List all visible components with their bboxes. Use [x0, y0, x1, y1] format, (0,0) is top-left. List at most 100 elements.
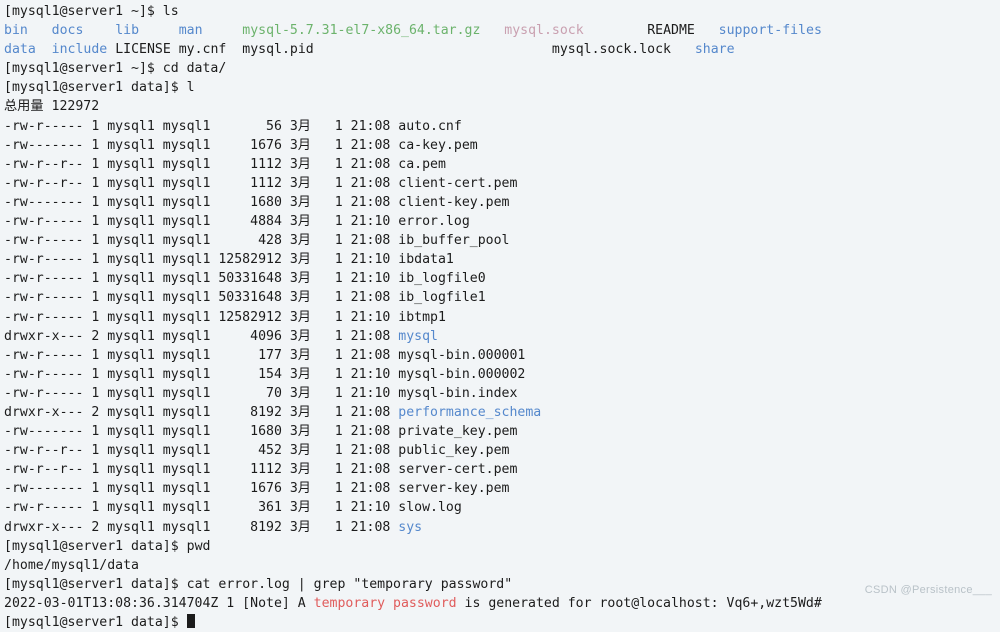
listing-row: -rw-r----- 1 mysql1 mysql1 177 3月 1 21:0… [4, 346, 1000, 365]
listing-row-name: mysql-bin.000002 [398, 366, 526, 382]
pwd-output: /home/mysql1/data [4, 557, 139, 573]
grep-result-prefix: 2022-03-01T13:08:36.314704Z 1 [Note] A [4, 595, 314, 611]
ls-output-row-1: bin docs lib man mysql-5.7.31-el7-x86_64… [4, 21, 1000, 40]
listing-row-meta: drwxr-x--- 2 mysql1 mysql1 4096 3月 1 21:… [4, 328, 399, 344]
terminal-line-prompt-l: [mysql1@server1 data]$ l [4, 78, 1000, 97]
listing-row-name: private_key.pem [398, 424, 518, 440]
listing-row-name: client-cert.pem [398, 175, 518, 191]
listing-row: -rw------- 1 mysql1 mysql1 1676 3月 1 21:… [4, 136, 1000, 155]
listing-row-meta: drwxr-x--- 2 mysql1 mysql1 8192 3月 1 21:… [4, 404, 399, 420]
listing-row: -rw------- 1 mysql1 mysql1 1680 3月 1 21:… [4, 193, 1000, 212]
prompt: [mysql1@server1 ~]$ [4, 61, 163, 77]
ls-entry-my.cnf: my.cnf [178, 42, 227, 58]
listing-row-meta: -rw-r----- 1 mysql1 mysql1 70 3月 1 21:10 [4, 385, 399, 401]
listing-row-meta: -rw-r----- 1 mysql1 mysql1 361 3月 1 21:1… [4, 500, 399, 516]
ls-entry-docs: docs [51, 23, 84, 39]
listing-row-name: slow.log [398, 500, 462, 516]
listing-row-meta: -rw-r----- 1 mysql1 mysql1 56 3月 1 21:08 [4, 118, 399, 134]
listing-row: -rw-r--r-- 1 mysql1 mysql1 1112 3月 1 21:… [4, 155, 1000, 174]
ls-entry-bin: bin [4, 23, 28, 39]
listing-row-meta: -rw------- 1 mysql1 mysql1 1676 3月 1 21:… [4, 137, 399, 153]
listing-row-meta: -rw-r----- 1 mysql1 mysql1 428 3月 1 21:0… [4, 233, 399, 249]
listing-row: -rw-r--r-- 1 mysql1 mysql1 452 3月 1 21:0… [4, 441, 1000, 460]
watermark: CSDN @Persistence___ [864, 584, 992, 596]
prompt: [mysql1@server1 data]$ [4, 538, 187, 554]
listing-row: -rw-r----- 1 mysql1 mysql1 428 3月 1 21:0… [4, 231, 1000, 250]
ls-entry-data: data [4, 42, 36, 58]
listing-row-name: ibdata1 [398, 252, 454, 268]
terminal-line-prompt-cat-grep: [mysql1@server1 data]$ cat error.log | g… [4, 575, 1000, 594]
grep-result-line: 2022-03-01T13:08:36.314704Z 1 [Note] A t… [4, 594, 1000, 613]
listing-row-name: ca.pem [398, 156, 446, 172]
listing-row-meta: -rw------- 1 mysql1 mysql1 1680 3月 1 21:… [4, 424, 399, 440]
ls-entry-mysql.pid: mysql.pid [242, 42, 314, 58]
prompt: [mysql1@server1 data]$ [4, 615, 187, 630]
listing-row-name: ib_buffer_pool [398, 233, 510, 249]
prompt: [mysql1@server1 data]$ [4, 576, 187, 592]
grep-result-suffix: is generated for root@localhost: Vq6+,wz… [456, 595, 822, 611]
listing-row: -rw-r--r-- 1 mysql1 mysql1 1112 3月 1 21:… [4, 174, 1000, 193]
listing-row-meta: -rw-r----- 1 mysql1 mysql1 12582912 3月 1… [4, 252, 399, 268]
listing-row: drwxr-x--- 2 mysql1 mysql1 8192 3月 1 21:… [4, 403, 1000, 422]
listing-row-meta: -rw-r----- 1 mysql1 mysql1 177 3月 1 21:0… [4, 347, 399, 363]
ls-entry-mysql.sock.lock: mysql.sock.lock [551, 42, 671, 58]
terminal-window[interactable]: [mysql1@server1 ~]$ ls bin docs lib man … [0, 0, 1000, 630]
listing-row-name: mysql [398, 328, 438, 344]
listing-row: -rw-r----- 1 mysql1 mysql1 4884 3月 1 21:… [4, 212, 1000, 231]
total-label: 总用量 [4, 99, 52, 115]
listing-row-meta: -rw-r----- 1 mysql1 mysql1 12582912 3月 1… [4, 309, 399, 325]
listing-row-name: mysql-bin.index [398, 385, 518, 401]
ls-output-row-2: data include LICENSE my.cnf mysql.pid my… [4, 40, 1000, 59]
ls-entry-README: README [647, 23, 695, 39]
listing-row: -rw-r----- 1 mysql1 mysql1 361 3月 1 21:1… [4, 498, 1000, 517]
terminal-line-prompt-ls: [mysql1@server1 ~]$ ls [4, 2, 1000, 21]
listing-row-name: sys [398, 519, 423, 535]
command-pwd: pwd [186, 538, 211, 554]
listing-row-name: ibtmp1 [398, 309, 446, 325]
terminal-line-prompt-pwd: [mysql1@server1 data]$ pwd [4, 537, 1000, 556]
listing-row-meta: -rw-r--r-- 1 mysql1 mysql1 452 3月 1 21:0… [4, 443, 399, 459]
ls-entry-share: share [694, 42, 735, 58]
listing-row: -rw------- 1 mysql1 mysql1 1680 3月 1 21:… [4, 422, 1000, 441]
ls-entry-include: include [51, 42, 108, 58]
listing-row-meta: -rw-r--r-- 1 mysql1 mysql1 1112 3月 1 21:… [4, 156, 399, 172]
ls-entry-mysql-5.7.31-el7-x86_64.tar.gz: mysql-5.7.31-el7-x86_64.tar.gz [242, 23, 481, 39]
listing-row-name: mysql-bin.000001 [398, 347, 526, 363]
listing-row: -rw-r----- 1 mysql1 mysql1 70 3月 1 21:10… [4, 384, 1000, 403]
terminal-line-prompt-cd: [mysql1@server1 ~]$ cd data/ [4, 59, 1000, 78]
listing-row: -rw-r----- 1 mysql1 mysql1 50331648 3月 1… [4, 288, 1000, 307]
listing-row-meta: drwxr-x--- 2 mysql1 mysql1 8192 3月 1 21:… [4, 519, 399, 535]
listing-row: -rw-r----- 1 mysql1 mysql1 12582912 3月 1… [4, 250, 1000, 269]
command-ls: ls [162, 4, 179, 19]
text-cursor [186, 614, 195, 628]
listing-row: -rw-r----- 1 mysql1 mysql1 56 3月 1 21:08… [4, 117, 1000, 136]
ls-entry-LICENSE: LICENSE [115, 42, 171, 58]
listing-row-name: public_key.pem [398, 443, 510, 459]
listing-row-name: ib_logfile0 [398, 271, 486, 287]
ls-entry-mysql.sock: mysql.sock [504, 23, 584, 39]
ls-entry-man: man [178, 23, 203, 39]
listing-row: drwxr-x--- 2 mysql1 mysql1 8192 3月 1 21:… [4, 518, 1000, 537]
listing-row-name: server-key.pem [398, 481, 510, 497]
listing-row: -rw-r----- 1 mysql1 mysql1 50331648 3月 1… [4, 269, 1000, 288]
prompt: [mysql1@server1 data]$ [4, 80, 187, 96]
total-value: 122972 [51, 99, 100, 115]
listing-row-meta: -rw-r----- 1 mysql1 mysql1 154 3月 1 21:1… [4, 366, 399, 382]
listing-row-name: performance_schema [398, 404, 542, 420]
listing-row: -rw-r--r-- 1 mysql1 mysql1 1112 3月 1 21:… [4, 460, 1000, 479]
listing-row: -rw-r----- 1 mysql1 mysql1 154 3月 1 21:1… [4, 365, 1000, 384]
grep-match-highlight: temporary password [313, 595, 457, 611]
terminal-line-active-prompt[interactable]: [mysql1@server1 data]$ [4, 613, 1000, 632]
